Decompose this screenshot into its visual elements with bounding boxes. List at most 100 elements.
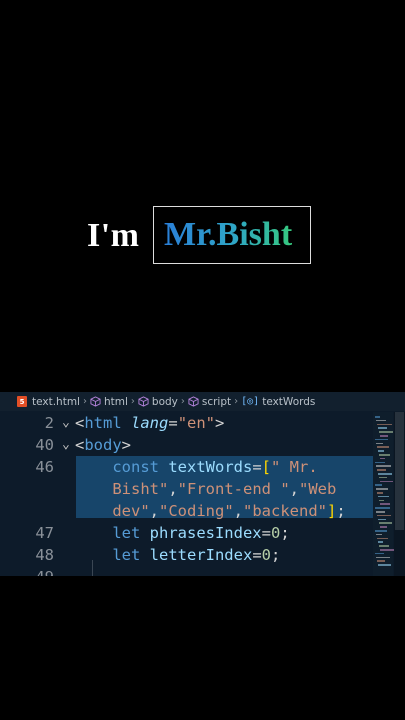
code-token: 0: [261, 546, 271, 564]
code-line[interactable]: 46 const textWords=[" Mr.: [0, 456, 372, 478]
code-area[interactable]: 2 ⌄ <html lang="en"> 40 ⌄ <body> 46 const text…: [0, 412, 384, 576]
minimap-line: [376, 533, 382, 536]
code-token: Bisht": [75, 480, 169, 498]
line-number: 2: [44, 414, 54, 432]
chevron-right-icon: ›: [180, 396, 185, 407]
code-token: let: [75, 524, 150, 542]
minimap[interactable]: [373, 412, 395, 576]
code-line[interactable]: 49: [0, 566, 372, 576]
vertical-scrollbar[interactable]: [394, 412, 405, 576]
minimap-line: [379, 476, 387, 479]
minimap-line: [378, 473, 392, 475]
variable-icon: [◎]: [241, 396, 260, 407]
chevron-right-icon: ›: [234, 396, 239, 407]
hero-prefix: I'm: [87, 217, 140, 254]
minimap-line: [376, 465, 391, 467]
minimap-line: [375, 416, 380, 418]
code-token: "Coding": [159, 502, 234, 520]
minimap-line: [379, 545, 389, 547]
code-text: dev","Coding","backend"];: [75, 500, 346, 522]
chevron-right-icon: ›: [82, 396, 87, 407]
code-token: ;: [336, 502, 346, 520]
cube-icon: [90, 396, 101, 407]
minimap-line: [376, 511, 385, 513]
fold-chevron-icon[interactable]: ⌄: [62, 434, 70, 456]
hero-name: Mr.Bisht: [164, 216, 293, 253]
hero-heading: I'm Mr.Bisht: [0, 205, 405, 267]
minimap-line: [379, 431, 393, 433]
minimap-line: [377, 560, 385, 562]
minimap-line: [376, 556, 390, 559]
bottom-background: [0, 576, 405, 720]
code-token: "backend": [243, 502, 327, 520]
code-token: ,: [289, 480, 299, 498]
code-token: 0: [270, 524, 281, 542]
code-token: <: [75, 414, 85, 432]
browser-preview: I'm Mr.Bisht: [0, 0, 405, 390]
line-number: 49: [0, 566, 54, 576]
code-token: ;: [271, 546, 281, 564]
breadcrumb-item-file[interactable]: 5 text.html: [0, 396, 80, 408]
minimap-line: [380, 435, 388, 437]
minimap-line: [375, 552, 384, 555]
minimap-line: [378, 564, 391, 566]
minimap-line: [375, 438, 388, 441]
code-token: const: [75, 458, 169, 476]
code-token: "Web: [299, 480, 337, 498]
code-line[interactable]: Bisht","Front-end ","Web: [0, 478, 372, 500]
code-token: ]: [327, 502, 337, 520]
code-token: [: [261, 458, 272, 476]
minimap-line: [379, 454, 390, 456]
chevron-right-icon: ›: [130, 396, 135, 407]
line-number: 46: [35, 458, 54, 476]
minimap-line: [378, 427, 387, 429]
breadcrumb: 5 text.html › html › body › script › [◎]…: [0, 392, 405, 411]
code-line[interactable]: 48 let letterIndex=0;: [0, 544, 372, 566]
code-text: Bisht","Front-end ","Web: [75, 478, 336, 500]
hero-name-box: Mr.Bisht: [153, 206, 311, 264]
code-line[interactable]: 2 ⌄ <html lang="en">: [0, 412, 372, 434]
minimap-line: [378, 518, 386, 521]
code-token: =: [252, 458, 262, 476]
code-token: letterIndex: [149, 546, 253, 564]
fold-chevron-icon[interactable]: ⌄: [62, 412, 70, 434]
code-token: phrasesIndex: [149, 524, 262, 542]
code-token: lang: [131, 414, 169, 432]
minimap-line: [378, 450, 384, 452]
code-token: "en": [177, 414, 216, 432]
code-line[interactable]: dev","Coding","backend"];: [0, 500, 372, 522]
minimap-line: [378, 541, 383, 543]
code-text: <body>: [75, 434, 131, 456]
code-token: textWords: [168, 458, 253, 476]
code-line[interactable]: 40 ⌄ <body>: [0, 434, 372, 456]
code-token: =: [168, 414, 178, 432]
minimap-line: [380, 480, 393, 483]
line-number: 48: [35, 546, 54, 564]
code-token: =: [252, 546, 262, 564]
code-text: let phrasesIndex=0;: [75, 522, 289, 544]
code-token: body: [84, 436, 122, 454]
breadcrumb-label: script: [201, 395, 232, 408]
minimap-line: [375, 461, 385, 464]
minimap-line: [376, 488, 388, 490]
code-line[interactable]: 47 let phrasesIndex=0;: [0, 522, 372, 544]
code-token: " Mr.: [271, 458, 318, 476]
minimap-line: [375, 530, 387, 532]
breadcrumb-label: html: [103, 395, 128, 408]
code-token: >: [215, 414, 225, 432]
minimap-line: [380, 503, 390, 505]
code-text: <html lang="en">: [75, 412, 224, 434]
code-token: "Front-end ": [177, 480, 290, 498]
breadcrumb-item-script[interactable]: script: [188, 396, 231, 408]
minimap-line: [377, 446, 389, 448]
cube-icon: [188, 396, 199, 407]
breadcrumb-item-html[interactable]: html: [90, 396, 128, 408]
scrollbar-thumb[interactable]: [395, 412, 404, 530]
breadcrumb-item-textwords[interactable]: [◎] textWords: [241, 396, 315, 408]
breadcrumb-item-body[interactable]: body: [138, 396, 178, 408]
minimap-line: [380, 526, 387, 528]
line-number: 47: [35, 524, 54, 542]
code-token: dev": [75, 502, 150, 520]
code-token: let: [75, 546, 150, 564]
